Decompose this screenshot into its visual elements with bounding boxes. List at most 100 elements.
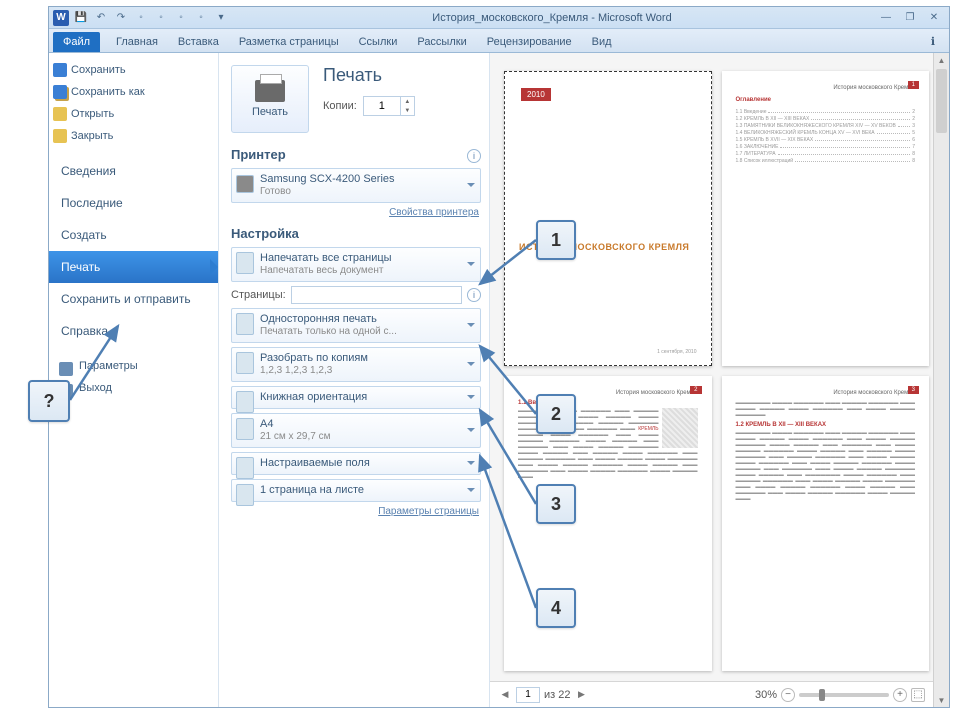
sheet-icon [236, 484, 254, 506]
paper-size-dropdown[interactable]: A4 21 см x 29,7 см [231, 413, 481, 448]
scroll-down-icon[interactable]: ▼ [934, 693, 949, 707]
fit-page-button[interactable]: ⬚ [911, 688, 925, 702]
tab-review[interactable]: Рецензирование [477, 32, 582, 52]
toc-line: 1.1 Введение2 [736, 109, 916, 115]
collate-dropdown[interactable]: Разобрать по копиям 1,2,3 1,2,3 1,2,3 [231, 347, 481, 382]
settings-section-title: Настройка [231, 226, 481, 241]
printer-dropdown[interactable]: Samsung SCX-4200 Series Готово [231, 168, 481, 203]
print-title: Печать [323, 65, 481, 86]
tab-mailings[interactable]: Рассылки [407, 32, 476, 52]
qat-button[interactable]: ◦ [173, 10, 189, 26]
ribbon-minimize-icon[interactable]: ℹ [921, 31, 945, 52]
menu-save-send[interactable]: Сохранить и отправить [49, 283, 218, 315]
callout-2: 2 [536, 394, 576, 434]
backstage-sidebar: Сохранить Сохранить как Открыть Закрыть … [49, 53, 219, 707]
portrait-icon [236, 391, 254, 413]
preview-scrollbar[interactable]: ▲ ▼ [933, 53, 949, 707]
pages-per-sheet-dropdown[interactable]: 1 страница на листе [231, 479, 481, 502]
tab-home[interactable]: Главная [106, 32, 168, 52]
menu-save[interactable]: Сохранить [49, 59, 218, 81]
toc-line: 1.6 ЗАКЛЮЧЕНИЕ7 [736, 144, 916, 150]
menu-options[interactable]: Параметры [49, 355, 218, 377]
close-button[interactable]: ✕ [923, 11, 945, 25]
chevron-down-icon [467, 323, 475, 331]
spinner-down-icon[interactable]: ▼ [400, 106, 414, 115]
print-button[interactable]: Печать [231, 65, 309, 133]
info-icon[interactable]: i [467, 149, 481, 163]
chevron-down-icon [467, 183, 475, 191]
menu-open[interactable]: Открыть [49, 103, 218, 125]
copies-input[interactable] [364, 97, 400, 115]
qat-undo-icon[interactable]: ↶ [93, 10, 109, 26]
printer-properties-link[interactable]: Свойства принтера [231, 207, 479, 218]
page-number-input[interactable] [516, 687, 540, 703]
qat-redo-icon[interactable]: ↷ [113, 10, 129, 26]
page-total: из 22 [544, 689, 570, 701]
qat-dropdown-icon[interactable]: ▾ [213, 10, 229, 26]
chevron-down-icon [467, 428, 475, 436]
qat-button[interactable]: ◦ [193, 10, 209, 26]
window-title: История_московского_Кремля - Microsoft W… [233, 12, 871, 24]
quick-access-toolbar: W 💾 ↶ ↷ ◦ ◦ ◦ ◦ ▾ История_московского_Кр… [49, 7, 949, 29]
scroll-thumb[interactable] [936, 69, 947, 133]
cover-date: 1 сентября, 2010 [657, 349, 696, 355]
menu-close[interactable]: Закрыть [49, 125, 218, 147]
toc-line: 1.7 ЛИТЕРАТУРА8 [736, 151, 916, 157]
tab-file[interactable]: Файл [53, 32, 100, 52]
one-sided-dropdown[interactable]: Односторонняя печать Печатать только на … [231, 308, 481, 343]
tab-view[interactable]: Вид [582, 32, 622, 52]
page-setup-link[interactable]: Параметры страницы [231, 506, 479, 517]
printer-device-icon [236, 175, 254, 193]
copies-label: Копии: [323, 100, 357, 112]
page-icon [236, 313, 254, 335]
tab-references[interactable]: Ссылки [349, 32, 408, 52]
qat-button[interactable]: ◦ [153, 10, 169, 26]
word-app-icon: W [53, 10, 69, 26]
illustration-icon [662, 408, 698, 448]
preview-page-2[interactable]: История московского Кремля 1 Оглавление … [722, 71, 930, 366]
scroll-up-icon[interactable]: ▲ [934, 53, 949, 67]
menu-exit[interactable]: Выход [49, 377, 218, 399]
preview-page-1[interactable]: 2010 ИСТОРИЯ МОСКОВСКОГО КРЕМЛЯ 1 сентяб… [504, 71, 712, 366]
chevron-down-icon [467, 362, 475, 370]
menu-new[interactable]: Создать [49, 219, 218, 251]
printer-status: Готово [260, 186, 458, 198]
qat-save-icon[interactable]: 💾 [73, 10, 89, 26]
maximize-button[interactable]: ❐ [899, 11, 921, 25]
cover-year-badge: 2010 [521, 88, 551, 101]
next-page-icon[interactable]: ▶ [574, 688, 588, 702]
preview-status-bar: ◀ из 22 ▶ 30% − + ⬚ [490, 681, 933, 707]
paper-icon [236, 418, 254, 440]
spinner-up-icon[interactable]: ▲ [400, 97, 414, 106]
toc-line: 1.4 ВЕЛИКОКНЯЖЕСКИЙ КРЕМЛЬ КОНЦА XV — XV… [736, 130, 916, 136]
pages-input[interactable] [291, 286, 462, 304]
qat-button[interactable]: ◦ [133, 10, 149, 26]
toc-line: 1.8 Список иллюстраций8 [736, 158, 916, 164]
options-icon [59, 362, 73, 376]
print-range-dropdown[interactable]: Напечатать все страницы Напечатать весь … [231, 247, 481, 282]
zoom-in-button[interactable]: + [893, 688, 907, 702]
tab-page-layout[interactable]: Разметка страницы [229, 32, 349, 52]
pages-icon [236, 252, 254, 274]
zoom-slider[interactable] [799, 693, 889, 697]
preview-page-4[interactable]: История московского Кремля 3 ▬▬▬▬▬▬▬ ▬▬▬… [722, 376, 930, 671]
menu-print[interactable]: Печать [49, 251, 218, 283]
prev-page-icon[interactable]: ◀ [498, 688, 512, 702]
word-window: W 💾 ↶ ↷ ◦ ◦ ◦ ◦ ▾ История_московского_Кр… [48, 6, 950, 708]
zoom-slider-knob[interactable] [819, 689, 825, 701]
menu-info[interactable]: Сведения [49, 155, 218, 187]
menu-recent[interactable]: Последние [49, 187, 218, 219]
zoom-out-button[interactable]: − [781, 688, 795, 702]
tab-insert[interactable]: Вставка [168, 32, 229, 52]
menu-help[interactable]: Справка [49, 315, 218, 347]
minimize-button[interactable]: — [875, 11, 897, 25]
collate-icon [236, 352, 254, 374]
margins-dropdown[interactable]: Настраиваемые поля [231, 452, 481, 475]
menu-save-as[interactable]: Сохранить как [49, 81, 218, 103]
copies-spinner[interactable]: ▲▼ [363, 96, 415, 116]
margins-icon [236, 457, 254, 479]
orientation-dropdown[interactable]: Книжная ориентация [231, 386, 481, 409]
toc-line: 1.5 КРЕМЛЬ В XVII — XIX ВЕКАХ6 [736, 137, 916, 143]
backstage-view: Сохранить Сохранить как Открыть Закрыть … [49, 53, 949, 707]
info-icon[interactable]: i [467, 288, 481, 302]
